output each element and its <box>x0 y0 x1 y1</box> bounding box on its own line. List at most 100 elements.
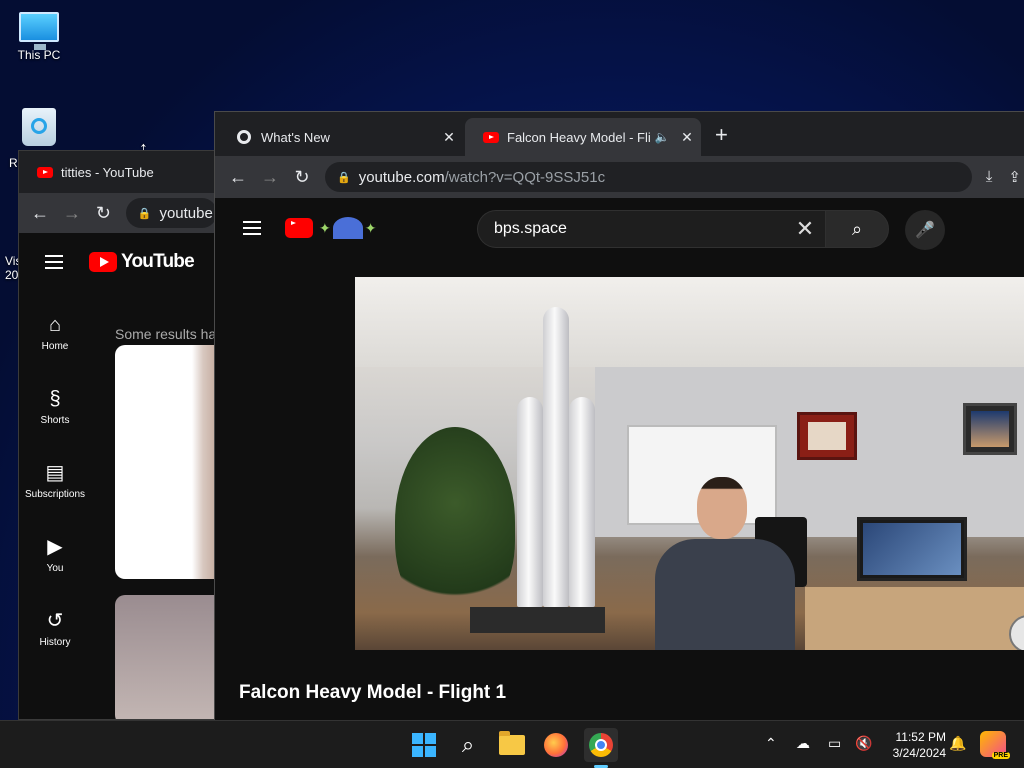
new-tab-icon[interactable]: + <box>715 122 728 148</box>
chrome-favicon-icon <box>237 130 251 144</box>
reload-icon[interactable]: ↻ <box>95 203 112 224</box>
tab-title[interactable]: titties - YouTube <box>61 165 154 180</box>
firefox-icon <box>544 733 568 757</box>
tab-strip: What's New ✕ Falcon Heavy Model - Fligh … <box>215 112 1024 156</box>
folder-icon <box>499 731 525 755</box>
url-domain: youtube.com <box>358 168 445 186</box>
youtube-favicon-icon <box>37 166 53 178</box>
preview-badge: PRE <box>991 752 1010 759</box>
video-title: Falcon Heavy Model - Flight 1 <box>239 682 507 703</box>
search-icon: ⌕ <box>851 218 863 239</box>
sidebar-item-home[interactable]: ⌂ Home <box>19 296 91 370</box>
youtube-sidebar: ⌂ Home § Shorts ▤ Subscriptions ▶ You ↺ … <box>19 296 91 666</box>
search-input[interactable]: bps.space ✕ <box>477 210 825 248</box>
back-arrow-icon[interactable]: ← <box>31 203 49 224</box>
chrome-button[interactable] <box>584 728 618 762</box>
video-player[interactable] <box>355 277 1024 650</box>
search-bar: bps.space ✕ ⌕ <box>477 210 889 248</box>
close-icon[interactable]: ✕ <box>435 129 463 146</box>
sidebar-item-history[interactable]: ↺ History <box>19 592 91 666</box>
close-icon[interactable]: ✕ <box>673 129 701 146</box>
home-icon: ⌂ <box>48 313 62 336</box>
back-arrow-icon[interactable]: ← <box>229 167 247 188</box>
tab-whats-new[interactable]: What's New ✕ <box>219 118 463 156</box>
clear-icon[interactable]: ✕ <box>785 216 825 242</box>
history-icon: ↺ <box>46 609 64 632</box>
toolbar: ← → ↻ 🔒 youtube. <box>19 193 217 233</box>
chevron-up-icon[interactable]: ⌃ <box>765 735 777 752</box>
sparkle-icon: ✦ <box>319 219 331 236</box>
desktop-icon-label: This PC <box>17 48 61 62</box>
microphone-icon: 🎤 <box>915 222 935 239</box>
speaker-icon[interactable]: 🔈 <box>651 130 673 144</box>
toolbar: ← → ↻ 🔒 youtube.com/watch?v=QQt-9SSJ51c … <box>215 156 1024 198</box>
sidebar-item-label: Shorts <box>40 414 70 426</box>
youtube-play-icon <box>285 218 313 238</box>
forward-arrow-icon[interactable]: → <box>63 203 81 224</box>
results-notice: Some results ha <box>115 326 217 342</box>
browser-window-foreground[interactable]: What's New ✕ Falcon Heavy Model - Fligh … <box>214 111 1024 731</box>
url-path: /watch?v=QQt-9SSJ51c <box>444 168 606 186</box>
sidebar-item-label: You <box>46 562 64 574</box>
youtube-play-icon <box>89 252 117 272</box>
search-icon: ⌕ <box>461 732 475 757</box>
tab-title: Falcon Heavy Model - Fligh <box>507 129 651 145</box>
start-button[interactable] <box>408 729 440 761</box>
copilot-button[interactable]: PRE <box>980 731 1010 759</box>
onedrive-icon[interactable]: ☁ <box>796 735 810 752</box>
clock-time: 11:52 PM <box>895 730 946 744</box>
voice-search-button[interactable]: 🎤 <box>905 210 945 250</box>
firefox-button[interactable] <box>540 729 572 761</box>
youtube-header: YouTube <box>19 233 217 291</box>
computer-icon <box>19 12 59 50</box>
file-explorer-button[interactable] <box>496 729 528 761</box>
forward-arrow-icon[interactable]: → <box>261 167 279 188</box>
video-thumbnail[interactable] <box>115 595 217 719</box>
network-icon[interactable]: ▭ <box>828 735 841 752</box>
recycle-bin-icon <box>22 108 56 146</box>
you-icon: ▶ <box>47 535 63 558</box>
windows-logo-icon <box>412 733 436 757</box>
volume-muted-icon[interactable]: 🔇 <box>855 735 872 752</box>
sidebar-item-label: Home <box>41 340 69 352</box>
sidebar-item-label: History <box>39 636 71 648</box>
browser-window-background[interactable]: titties - YouTube ← → ↻ 🔒 youtube. YouTu… <box>18 150 218 720</box>
clock[interactable]: 11:52 PM 3/24/2024 <box>882 729 946 761</box>
desktop-icon-recycle-bin[interactable] <box>7 108 71 146</box>
sidebar-item-subscriptions[interactable]: ▤ Subscriptions <box>19 444 91 518</box>
reload-icon[interactable]: ↻ <box>293 167 311 188</box>
subscriptions-icon: ▤ <box>45 461 65 484</box>
desktop-icon-this-pc[interactable]: This PC <box>7 12 71 62</box>
chrome-icon <box>589 733 613 757</box>
menu-icon[interactable] <box>243 221 261 235</box>
address-bar[interactable]: 🔒 youtube.com/watch?v=QQt-9SSJ51c <box>325 162 972 192</box>
tab-falcon-heavy[interactable]: Falcon Heavy Model - Fligh 🔈 ✕ <box>465 118 701 156</box>
search-button[interactable]: ⌕ <box>825 210 889 248</box>
sidebar-item-you[interactable]: ▶ You <box>19 518 91 592</box>
sidebar-item-shorts[interactable]: § Shorts <box>19 370 91 444</box>
youtube-header: ✦ ✦ bps.space ✕ ⌕ 🎤 <box>215 198 1024 258</box>
video-thumbnail[interactable] <box>115 345 217 579</box>
youtube-logo[interactable]: YouTube <box>89 251 195 273</box>
lock-icon: 🔒 <box>137 207 152 220</box>
clock-date: 3/24/2024 <box>892 746 946 760</box>
doodle-character-icon <box>332 217 363 239</box>
address-bar[interactable]: 🔒 youtube. <box>125 198 217 228</box>
sidebar-item-label: Subscriptions <box>24 488 86 500</box>
tab-strip: titties - YouTube <box>19 151 217 193</box>
youtube-doodle-logo[interactable]: ✦ ✦ <box>285 217 376 239</box>
youtube-favicon-icon <box>483 131 499 143</box>
sparkle-icon: ✦ <box>364 219 377 236</box>
search-query: bps.space <box>494 220 567 237</box>
lock-icon: 🔒 <box>337 171 351 184</box>
install-app-icon[interactable]: ⤓ <box>986 168 993 186</box>
notification-bell-icon[interactable]: 🔔 <box>949 735 966 752</box>
shorts-icon: § <box>49 387 61 410</box>
youtube-logo-text: YouTube <box>121 251 195 272</box>
share-icon[interactable]: ⇪ <box>1008 168 1021 186</box>
address-text: youtube. <box>159 204 217 222</box>
taskbar: ⌕ ⌃ ☁ ▭ 🔇 11:52 PM 3/24/2024 🔔 PRE <box>0 720 1024 768</box>
search-button[interactable]: ⌕ <box>452 729 484 761</box>
menu-icon[interactable] <box>45 255 63 269</box>
tab-title: What's New <box>261 129 330 145</box>
